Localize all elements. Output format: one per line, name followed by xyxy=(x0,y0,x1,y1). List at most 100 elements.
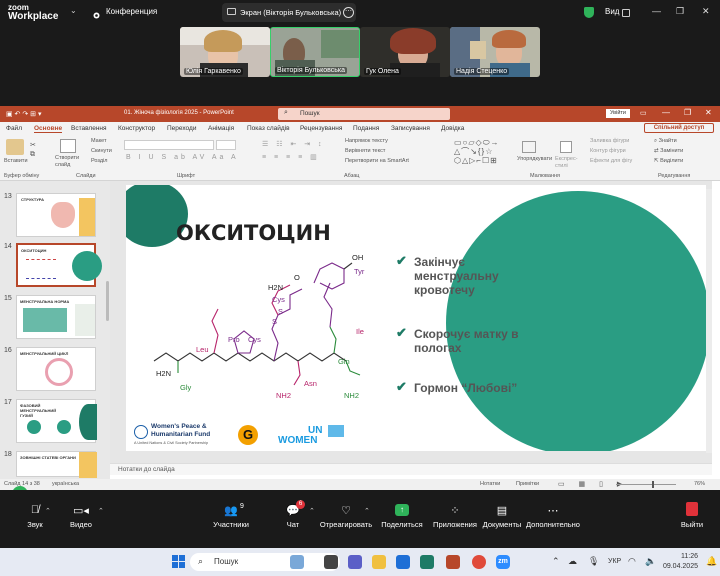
language-indicator[interactable]: українська xyxy=(52,481,79,487)
tab-view[interactable]: Подання xyxy=(353,125,379,132)
store-icon[interactable] xyxy=(420,555,434,569)
leave-button[interactable]: Выйти xyxy=(657,520,720,529)
ribbon-display-icon[interactable]: ▭ xyxy=(640,109,647,117)
chevron-up-icon[interactable]: ⌃ xyxy=(552,556,560,567)
tab-record[interactable]: Записування xyxy=(391,125,430,132)
shape-outline-button[interactable]: Контур фігури xyxy=(590,148,626,154)
tab-insert[interactable]: Вставлення xyxy=(71,125,107,132)
maximize-icon[interactable]: ❐ xyxy=(676,6,684,17)
arrange-button[interactable]: Упорядкувати xyxy=(517,156,552,162)
more-button[interactable]: Дополнительно xyxy=(518,520,588,529)
grid-view-icon[interactable] xyxy=(622,9,630,17)
section-button[interactable]: Розділ xyxy=(91,158,107,164)
taskview-icon[interactable] xyxy=(324,555,338,569)
camera-icon[interactable]: ▭◂ xyxy=(46,504,116,517)
font-name-select[interactable] xyxy=(124,140,214,150)
video-button[interactable]: Видео xyxy=(46,520,116,529)
quick-styles-icon[interactable] xyxy=(560,141,572,153)
volume-icon[interactable]: 🔈 xyxy=(645,556,656,567)
slide-canvas[interactable]: ОКСИТОЦИН OH Tyr H2N O Cys S S Cys Pro L… xyxy=(126,185,706,451)
zoom-slider-thumb[interactable] xyxy=(652,481,654,488)
shapes-gallery[interactable]: ▭○▱◇⬭→ △⌒↘{}☆ ⬡△▷⌐☐⊞ xyxy=(454,138,510,168)
cloud-icon[interactable]: ☁ xyxy=(568,556,577,567)
sign-in-button[interactable]: Увійти xyxy=(606,109,630,118)
tab-design[interactable]: Конструктор xyxy=(118,125,155,132)
heart-icon[interactable]: ♡ xyxy=(311,504,381,517)
slide-thumbnail[interactable]: МЕНСТРУАЛЬНИЙ ЦИКЛ xyxy=(16,347,96,391)
participants-button[interactable]: Участники xyxy=(196,520,266,529)
teams-icon[interactable] xyxy=(348,555,362,569)
screen-share-indicator[interactable]: Экран (Вікторія Бульковська) xyxy=(222,3,356,22)
shape-fill-button[interactable]: Заливка фігури xyxy=(590,138,629,144)
minimize-icon[interactable]: — xyxy=(652,6,661,16)
share-button[interactable]: Спільний доступ xyxy=(644,123,714,133)
share-screen-icon[interactable]: ↑ xyxy=(395,504,409,516)
select-button[interactable]: ⇱ Виділити xyxy=(654,158,683,164)
layout-button[interactable]: Макет xyxy=(91,138,107,144)
align-text-button[interactable]: Вирівняти текст xyxy=(345,148,385,154)
slide-thumbnail[interactable]: СТРУКТУРА xyxy=(16,193,96,237)
slide-thumbnail[interactable]: ФАЗОВИЙ МЕНСТРУАЛЬНИЙ ГУЗИЙ xyxy=(16,399,97,443)
taskbar-search[interactable]: Пошук xyxy=(190,553,340,571)
slide-thumbnail[interactable]: ЗОВНІШНІ СТАТЕВІ ОРГАНИ xyxy=(16,451,97,478)
cut-icon[interactable]: ✂ xyxy=(30,141,36,149)
clock[interactable]: 11:26 09.04.2025 xyxy=(662,552,698,572)
font-format-icons[interactable]: B I U S ab AV Aa A xyxy=(126,154,239,161)
participant-video-active[interactable]: Вікторія Бульковська xyxy=(270,27,360,77)
tab-transitions[interactable]: Переходи xyxy=(167,125,196,132)
view-button[interactable]: Вид xyxy=(605,7,619,16)
list-icons[interactable]: ☰ ☷ ⇤ ⇥ ↕ xyxy=(262,140,325,148)
windows-start-icon[interactable] xyxy=(172,555,185,568)
minimize-icon[interactable]: — xyxy=(662,108,670,117)
new-slide-button[interactable]: Створити слайд xyxy=(55,155,83,169)
tab-slideshow[interactable]: Показ слайдів xyxy=(247,125,290,132)
comments-button[interactable]: Примітки xyxy=(516,481,539,487)
smartart-button[interactable]: Перетворити на SmartArt xyxy=(345,158,409,164)
copy-icon[interactable]: ⧉ xyxy=(30,151,35,159)
tab-home[interactable]: Основне xyxy=(34,125,63,133)
ppt-quick-access-icons[interactable]: ▣ ↶ ↷ ⊞ ▾ xyxy=(6,110,42,118)
close-icon[interactable]: ✕ xyxy=(705,108,712,117)
conference-label[interactable]: Конференция xyxy=(106,7,157,16)
text-direction-button[interactable]: Напрямок тексту xyxy=(345,138,388,144)
zoom-slider[interactable] xyxy=(616,484,676,485)
taskbar-app-icon[interactable] xyxy=(290,555,304,569)
more-icon[interactable]: ⋯ xyxy=(518,504,588,517)
explorer-icon[interactable] xyxy=(372,555,386,569)
notifications-icon[interactable]: 🔔 xyxy=(706,556,717,567)
tab-file[interactable]: Файл xyxy=(6,125,22,132)
more-icon[interactable]: ⋯ xyxy=(343,7,354,18)
arrange-icon[interactable] xyxy=(522,141,536,153)
thumbnail-scrollbar[interactable] xyxy=(106,281,109,321)
quick-styles-button[interactable]: Експрес-стилі xyxy=(555,156,579,170)
notes-button[interactable]: Нотатки xyxy=(480,481,500,487)
language-indicator[interactable]: УКР xyxy=(608,558,621,565)
outlook-icon[interactable] xyxy=(396,555,410,569)
participant-video[interactable]: Надія Стеценко xyxy=(450,27,540,77)
chevron-up-icon[interactable]: ⌃ xyxy=(98,507,104,515)
tab-help[interactable]: Довідка xyxy=(441,125,464,132)
chevron-down-icon[interactable]: ⌄ xyxy=(70,6,77,15)
shape-effects-button[interactable]: Ефекти для фігу xyxy=(590,158,632,164)
participants-icon[interactable]: 👥 xyxy=(196,504,266,517)
chrome-icon[interactable] xyxy=(472,555,486,569)
align-icons[interactable]: ≡ ≡ ≡ ≡ ▥ xyxy=(262,153,320,161)
reset-button[interactable]: Скинути xyxy=(91,148,112,154)
powerpoint-icon[interactable] xyxy=(446,555,460,569)
close-icon[interactable]: ✕ xyxy=(702,6,710,17)
tab-animation[interactable]: Анімація xyxy=(208,125,234,132)
tab-review[interactable]: Рецензування xyxy=(300,125,342,132)
maximize-icon[interactable]: ❐ xyxy=(684,108,691,117)
paste-icon[interactable] xyxy=(6,139,24,155)
zoom-icon[interactable]: zm xyxy=(496,555,510,569)
chevron-up-icon[interactable]: ⌃ xyxy=(364,507,370,515)
leave-icon[interactable] xyxy=(686,502,698,516)
encryption-icon[interactable] xyxy=(584,7,594,18)
find-button[interactable]: ⌕ Знайти xyxy=(654,138,677,145)
microphone-icon[interactable]: 🎙 xyxy=(588,556,599,567)
slide-thumbnail[interactable]: МЕНСТРУАЛЬНА НОРМА xyxy=(16,295,96,339)
slide-scrollbar[interactable] xyxy=(706,189,712,453)
replace-button[interactable]: ⇄ Замінити xyxy=(654,148,683,154)
ppt-search-box[interactable]: Пошук xyxy=(278,108,450,120)
wifi-icon[interactable]: ◠ xyxy=(628,556,636,567)
